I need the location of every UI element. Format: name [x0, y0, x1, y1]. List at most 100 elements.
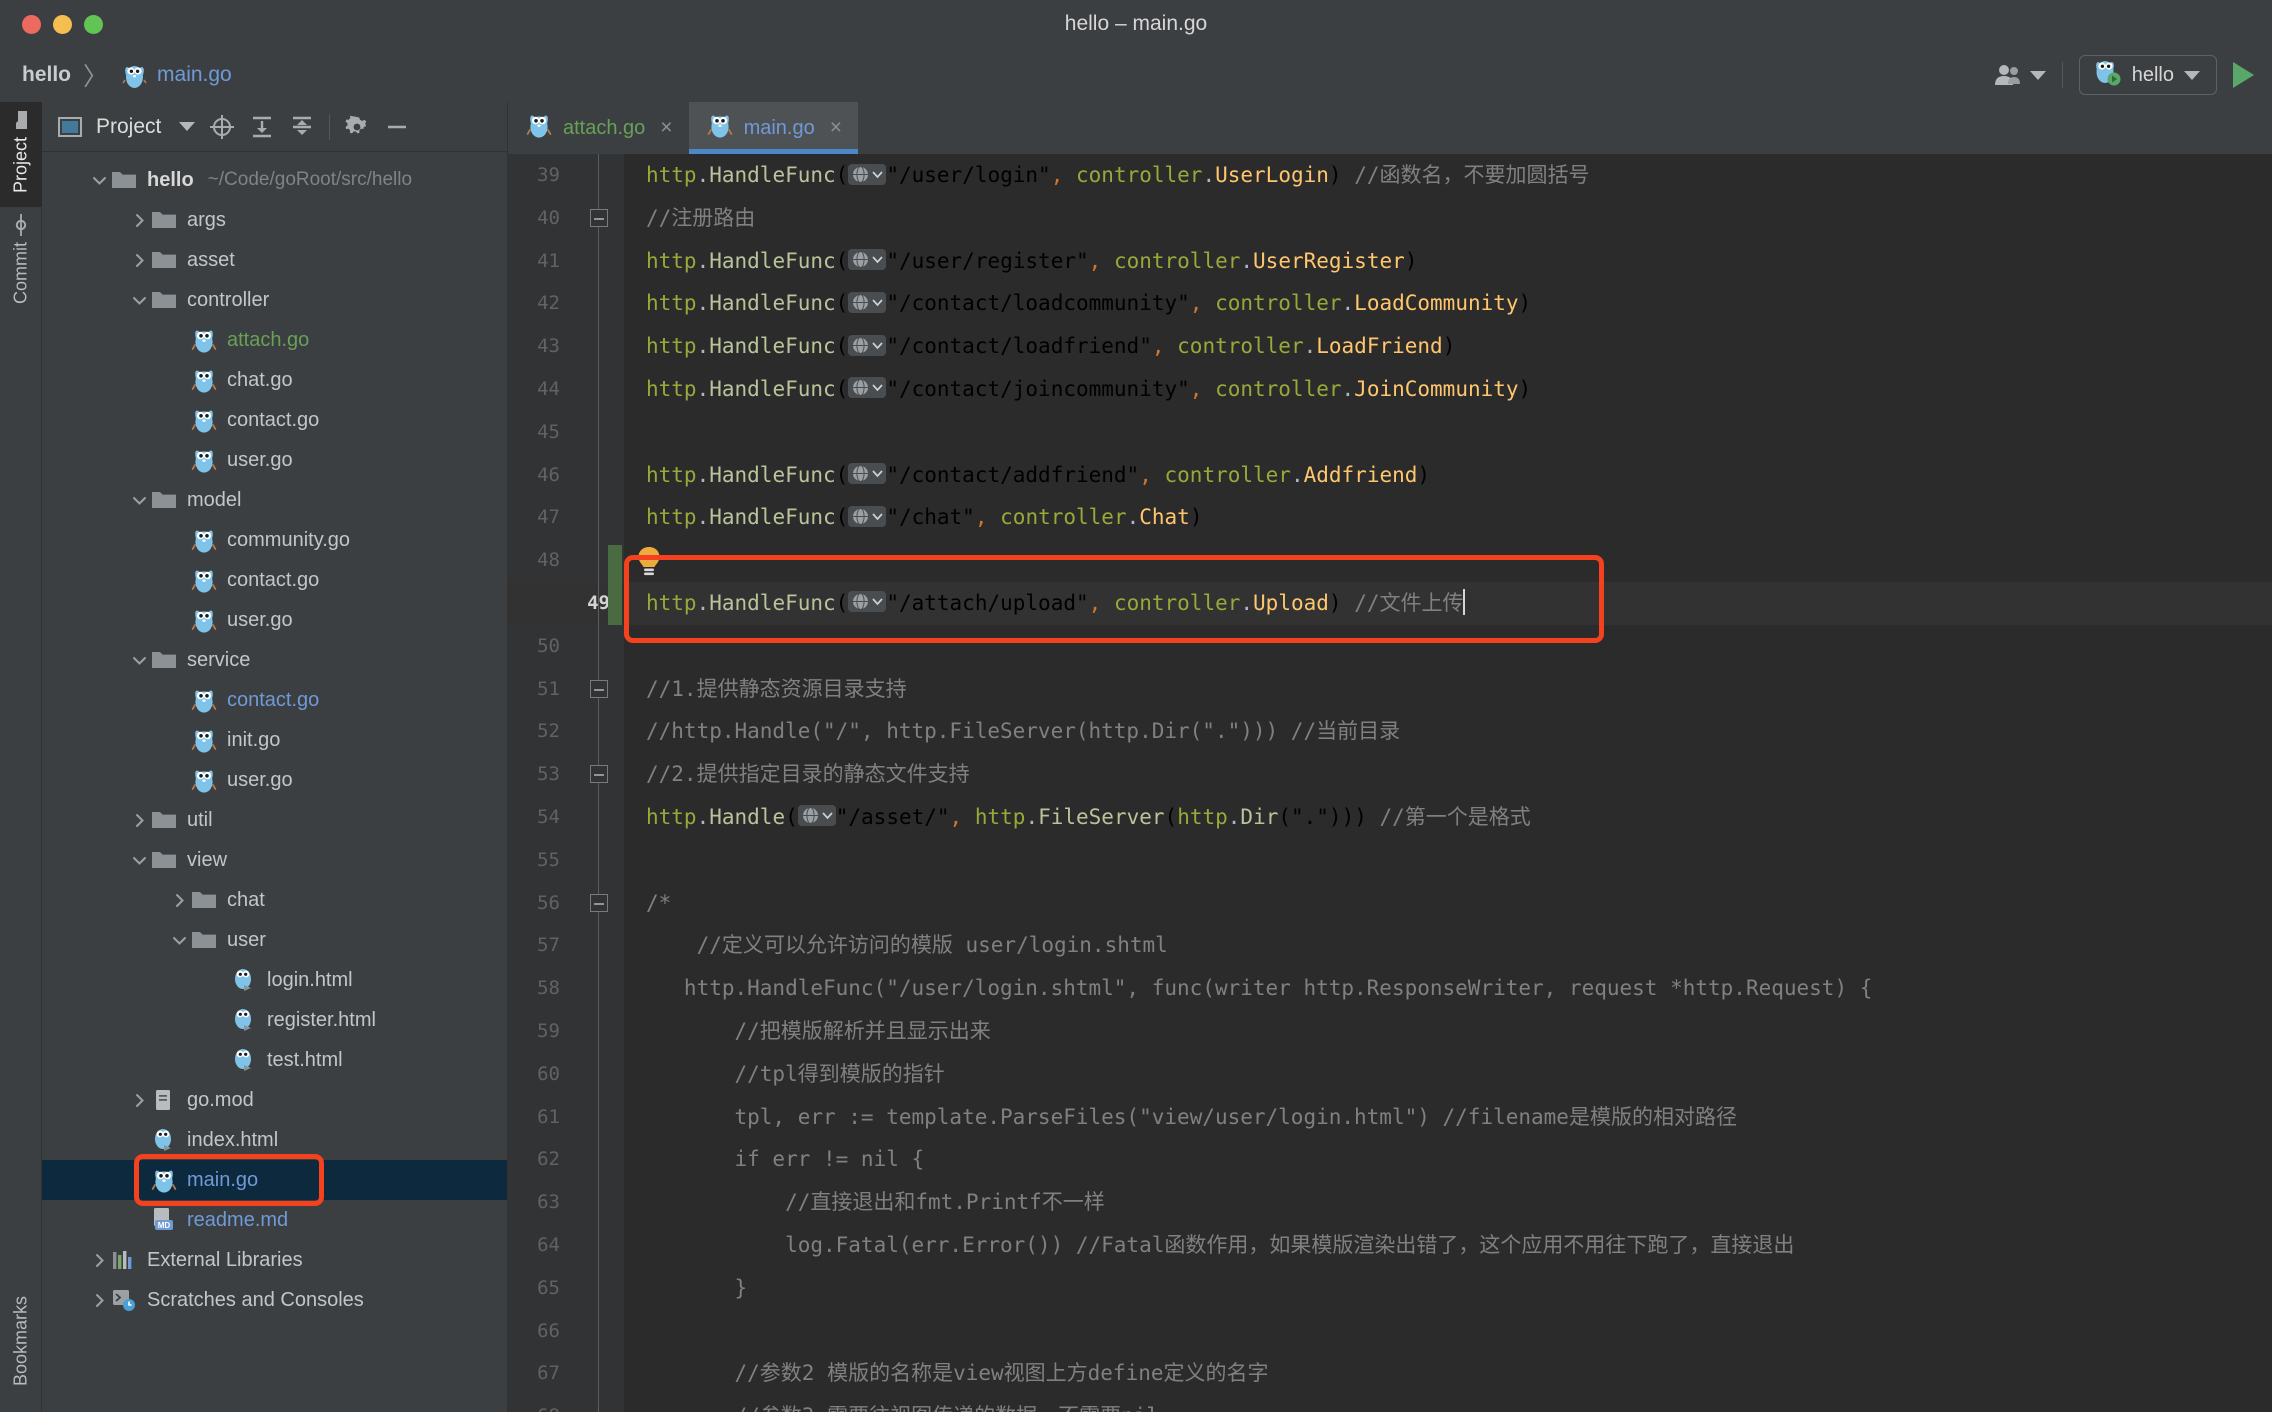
sidebar-item-project[interactable]: Project: [0, 102, 42, 208]
fold-toggle-icon[interactable]: [590, 208, 608, 227]
line-number[interactable]: 54: [508, 796, 574, 839]
tree-node[interactable]: chat: [42, 880, 507, 920]
code-line[interactable]: //2.提供指定目录的静态文件支持: [624, 753, 2272, 796]
tree-node-selected[interactable]: main.go: [42, 1160, 507, 1200]
collapse-all-icon[interactable]: [289, 114, 315, 140]
line-number[interactable]: 47: [508, 496, 574, 539]
tree-node[interactable]: hello ~/Code/goRoot/src/hello: [42, 160, 507, 200]
tree-node[interactable]: user.go: [42, 760, 507, 800]
settings-gear-icon[interactable]: [344, 114, 370, 140]
web-route-inlay-icon[interactable]: [848, 334, 887, 356]
web-route-inlay-icon[interactable]: [848, 249, 887, 271]
chevron-right-icon[interactable]: [128, 813, 150, 828]
close-tab-icon[interactable]: ×: [830, 116, 842, 140]
code-line[interactable]: [624, 411, 2272, 454]
chevron-down-icon[interactable]: [179, 122, 196, 131]
run-configuration-selector[interactable]: hello: [2078, 55, 2217, 95]
chevron-right-icon[interactable]: [88, 1253, 110, 1268]
tree-node[interactable]: test.html: [42, 1040, 507, 1080]
line-number[interactable]: 45: [508, 411, 574, 454]
chevron-right-icon[interactable]: [128, 253, 150, 268]
tree-node[interactable]: contact.go: [42, 680, 507, 720]
code-line[interactable]: //参数2 模版的名称是view视图上方define定义的名字: [624, 1352, 2272, 1395]
line-number[interactable]: 52: [508, 710, 574, 753]
chevron-right-icon[interactable]: [128, 1093, 150, 1108]
line-number[interactable]: 64: [508, 1224, 574, 1267]
web-route-inlay-icon[interactable]: [848, 463, 887, 485]
chevron-down-icon[interactable]: [128, 853, 150, 868]
tree-node[interactable]: MD readme.md: [42, 1200, 507, 1240]
editor-tab-attach-go[interactable]: attach.go ×: [508, 102, 689, 154]
line-number[interactable]: 60: [508, 1053, 574, 1096]
zoom-window-button[interactable]: [84, 14, 103, 34]
line-number[interactable]: 59: [508, 1010, 574, 1053]
sidebar-item-bookmarks[interactable]: Bookmarks: [0, 1286, 42, 1400]
code-line[interactable]: //直接退出和fmt.Printf不一样: [624, 1181, 2272, 1224]
code-line[interactable]: [624, 539, 2272, 582]
line-number[interactable]: 65: [508, 1267, 574, 1310]
code-line[interactable]: //把模版解析并且显示出来: [624, 1010, 2272, 1053]
code-line[interactable]: http.HandleFunc("/contact/addfriend", co…: [624, 454, 2272, 497]
line-number[interactable]: 56: [508, 882, 574, 925]
code-line[interactable]: /*: [624, 882, 2272, 925]
expand-all-icon[interactable]: [249, 114, 275, 140]
code-content[interactable]: http.HandleFunc("/user/login", controlle…: [624, 154, 2272, 1412]
chevron-down-icon[interactable]: [128, 493, 150, 508]
tree-node[interactable]: External Libraries: [42, 1240, 507, 1280]
tree-node[interactable]: register.html: [42, 1000, 507, 1040]
code-line[interactable]: [624, 839, 2272, 882]
web-route-inlay-icon[interactable]: [848, 377, 887, 399]
chevron-right-icon[interactable]: [128, 213, 150, 228]
sidebar-item-commit[interactable]: Commit: [0, 207, 42, 318]
chevron-down-icon[interactable]: [168, 933, 190, 948]
project-view-icon[interactable]: [58, 116, 82, 137]
breadcrumb-root[interactable]: hello: [22, 63, 71, 87]
chevron-right-icon[interactable]: [168, 893, 190, 908]
tree-node[interactable]: login.html: [42, 960, 507, 1000]
minimize-window-button[interactable]: [53, 14, 72, 34]
editor-tab-main-go[interactable]: main.go ×: [688, 102, 859, 154]
intention-bulb-icon[interactable]: [634, 545, 664, 584]
code-line[interactable]: [624, 625, 2272, 668]
tree-node[interactable]: attach.go: [42, 320, 507, 360]
line-number[interactable]: 46: [508, 454, 574, 497]
code-line[interactable]: http.HandleFunc("/user/login", controlle…: [624, 154, 2272, 197]
line-number[interactable]: 61: [508, 1096, 574, 1139]
tree-node[interactable]: community.go: [42, 520, 507, 560]
web-route-inlay-icon[interactable]: [848, 291, 887, 313]
code-line[interactable]: }: [624, 1267, 2272, 1310]
chevron-down-icon[interactable]: [128, 293, 150, 308]
line-number[interactable]: 68: [508, 1395, 574, 1412]
line-number[interactable]: 50: [508, 625, 574, 668]
hide-panel-icon[interactable]: [384, 114, 410, 140]
fold-toggle-icon[interactable]: [590, 679, 608, 698]
locate-target-icon[interactable]: [209, 114, 235, 140]
code-line[interactable]: //tpl得到模版的指针: [624, 1053, 2272, 1096]
tree-node[interactable]: user.go: [42, 600, 507, 640]
code-editor[interactable]: 3940414243444546474849505152535455565758…: [508, 154, 2272, 1412]
vcs-change-marker[interactable]: [608, 545, 622, 625]
tree-node[interactable]: util: [42, 800, 507, 840]
line-number[interactable]: 67: [508, 1352, 574, 1395]
code-line[interactable]: http.HandleFunc("/user/register", contro…: [624, 240, 2272, 283]
close-tab-icon[interactable]: ×: [660, 116, 672, 140]
line-number[interactable]: 63: [508, 1181, 574, 1224]
line-number[interactable]: 43: [508, 325, 574, 368]
line-number[interactable]: 39: [508, 154, 574, 197]
line-number[interactable]: 49: [508, 581, 624, 625]
chevron-right-icon[interactable]: [88, 1293, 110, 1308]
editor-gutter[interactable]: 3940414243444546474849505152535455565758…: [508, 154, 660, 1412]
tree-node[interactable]: user: [42, 920, 507, 960]
line-number[interactable]: 53: [508, 753, 574, 796]
code-line-current[interactable]: http.HandleFunc("/attach/upload", contro…: [624, 581, 2272, 625]
tree-node[interactable]: go.mod: [42, 1080, 507, 1120]
code-line[interactable]: http.HandleFunc("/contact/loadcommunity"…: [624, 282, 2272, 325]
line-number[interactable]: 41: [508, 240, 574, 283]
tree-node[interactable]: index.html: [42, 1120, 507, 1160]
code-line[interactable]: http.HandleFunc("/contact/joincommunity"…: [624, 368, 2272, 411]
tree-node[interactable]: user.go: [42, 440, 507, 480]
code-line[interactable]: if err != nil {: [624, 1138, 2272, 1181]
close-window-button[interactable]: [22, 14, 41, 34]
code-line[interactable]: [624, 1310, 2272, 1353]
code-line[interactable]: //参数3 需要往视图传递的数据，不需要nil: [624, 1395, 2272, 1412]
